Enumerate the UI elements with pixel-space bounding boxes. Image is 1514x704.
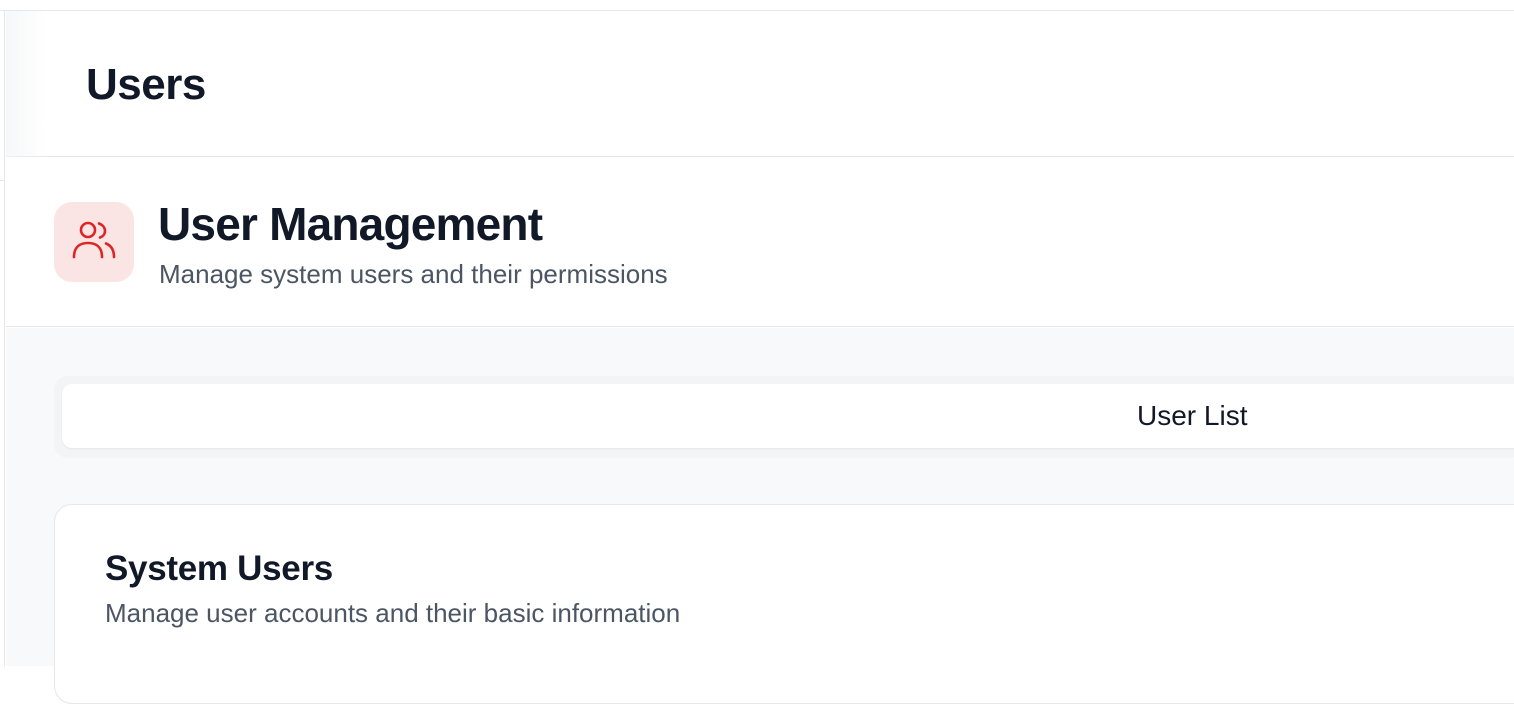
main-panel: Users User Management Manage system user…	[6, 11, 1514, 704]
section-title: User Management	[158, 198, 543, 250]
tab-label: User List	[1137, 400, 1248, 431]
card-title: System Users	[105, 549, 333, 588]
page-title: Users	[86, 60, 206, 109]
section-header: User Management Manage system users and …	[6, 158, 1514, 327]
card-subtitle: Manage user accounts and their basic inf…	[105, 598, 681, 628]
app-window: Users User Management Manage system user…	[0, 0, 1514, 704]
content-area: User List System Users Manage user accou…	[6, 328, 1514, 704]
tabs-bar: User List	[54, 376, 1514, 458]
sidebar-edge	[0, 11, 5, 666]
top-header: Users	[6, 11, 1514, 157]
sidebar-edge-divider	[0, 180, 5, 181]
tab-user-list[interactable]: User List	[62, 384, 1514, 448]
users-icon	[71, 220, 117, 265]
header-shadow	[6, 11, 46, 157]
section-subtitle: Manage system users and their permission…	[159, 259, 668, 289]
system-users-card: System Users Manage user accounts and th…	[54, 504, 1514, 704]
section-icon-badge	[54, 202, 134, 282]
